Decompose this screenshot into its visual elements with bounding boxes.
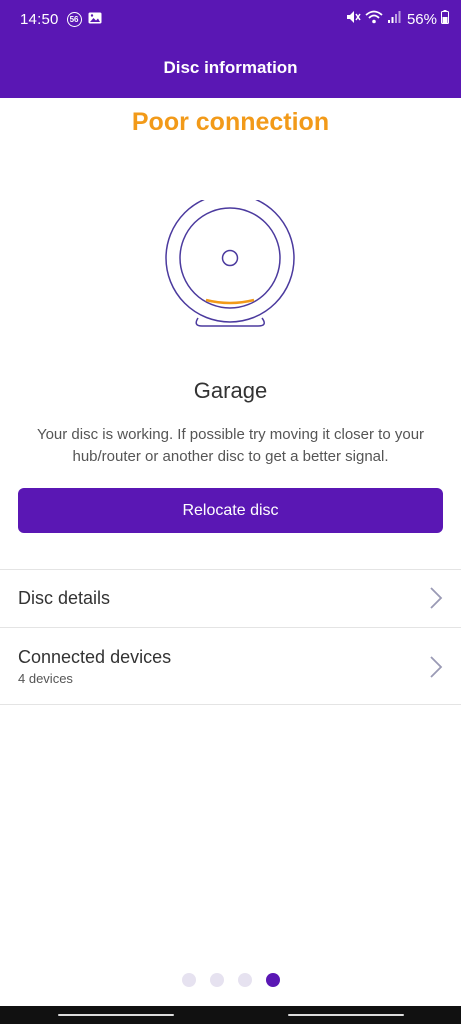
- page-indicator: [0, 973, 461, 987]
- system-navigation-bar: [0, 1006, 461, 1024]
- page-dot[interactable]: [181, 973, 196, 987]
- battery-icon: [441, 10, 449, 28]
- signal-icon: [387, 10, 401, 28]
- connection-status-heading: Poor connection: [131, 108, 330, 136]
- connected-devices-label: Connected devices: [18, 647, 172, 667]
- page-dot[interactable]: [265, 973, 280, 987]
- status-bar: 14:50 56 56%: [0, 0, 461, 38]
- nav-handle[interactable]: [288, 1014, 404, 1016]
- gallery-notification-icon: [88, 11, 102, 28]
- page-dot[interactable]: [209, 973, 224, 987]
- network-badge-icon: 56: [66, 11, 82, 27]
- disc-illustration: [160, 193, 300, 332]
- app-bar: Disc information: [0, 38, 461, 98]
- mute-icon: [345, 10, 361, 28]
- chevron-right-icon: [430, 587, 443, 609]
- disc-location-name: Garage: [193, 378, 268, 403]
- disc-details-label: Disc details: [18, 588, 111, 608]
- wifi-icon: [365, 10, 383, 28]
- battery-percentage: 56%: [406, 10, 437, 28]
- disc-details-row[interactable]: Disc details: [0, 570, 461, 627]
- disc-status-message: Your disc is working. If possible try mo…: [36, 426, 425, 465]
- clock: 14:50: [20, 10, 59, 28]
- page-title: Disc information: [163, 58, 298, 77]
- connected-devices-row[interactable]: Connected devices 4 devices: [0, 628, 461, 704]
- page-dot[interactable]: [237, 973, 252, 987]
- nav-handle[interactable]: [58, 1014, 174, 1016]
- connected-devices-count: 4 devices: [18, 671, 73, 686]
- list-divider: [0, 704, 461, 705]
- chevron-right-icon: [430, 656, 443, 678]
- relocate-disc-button[interactable]: Relocate disc: [18, 488, 443, 533]
